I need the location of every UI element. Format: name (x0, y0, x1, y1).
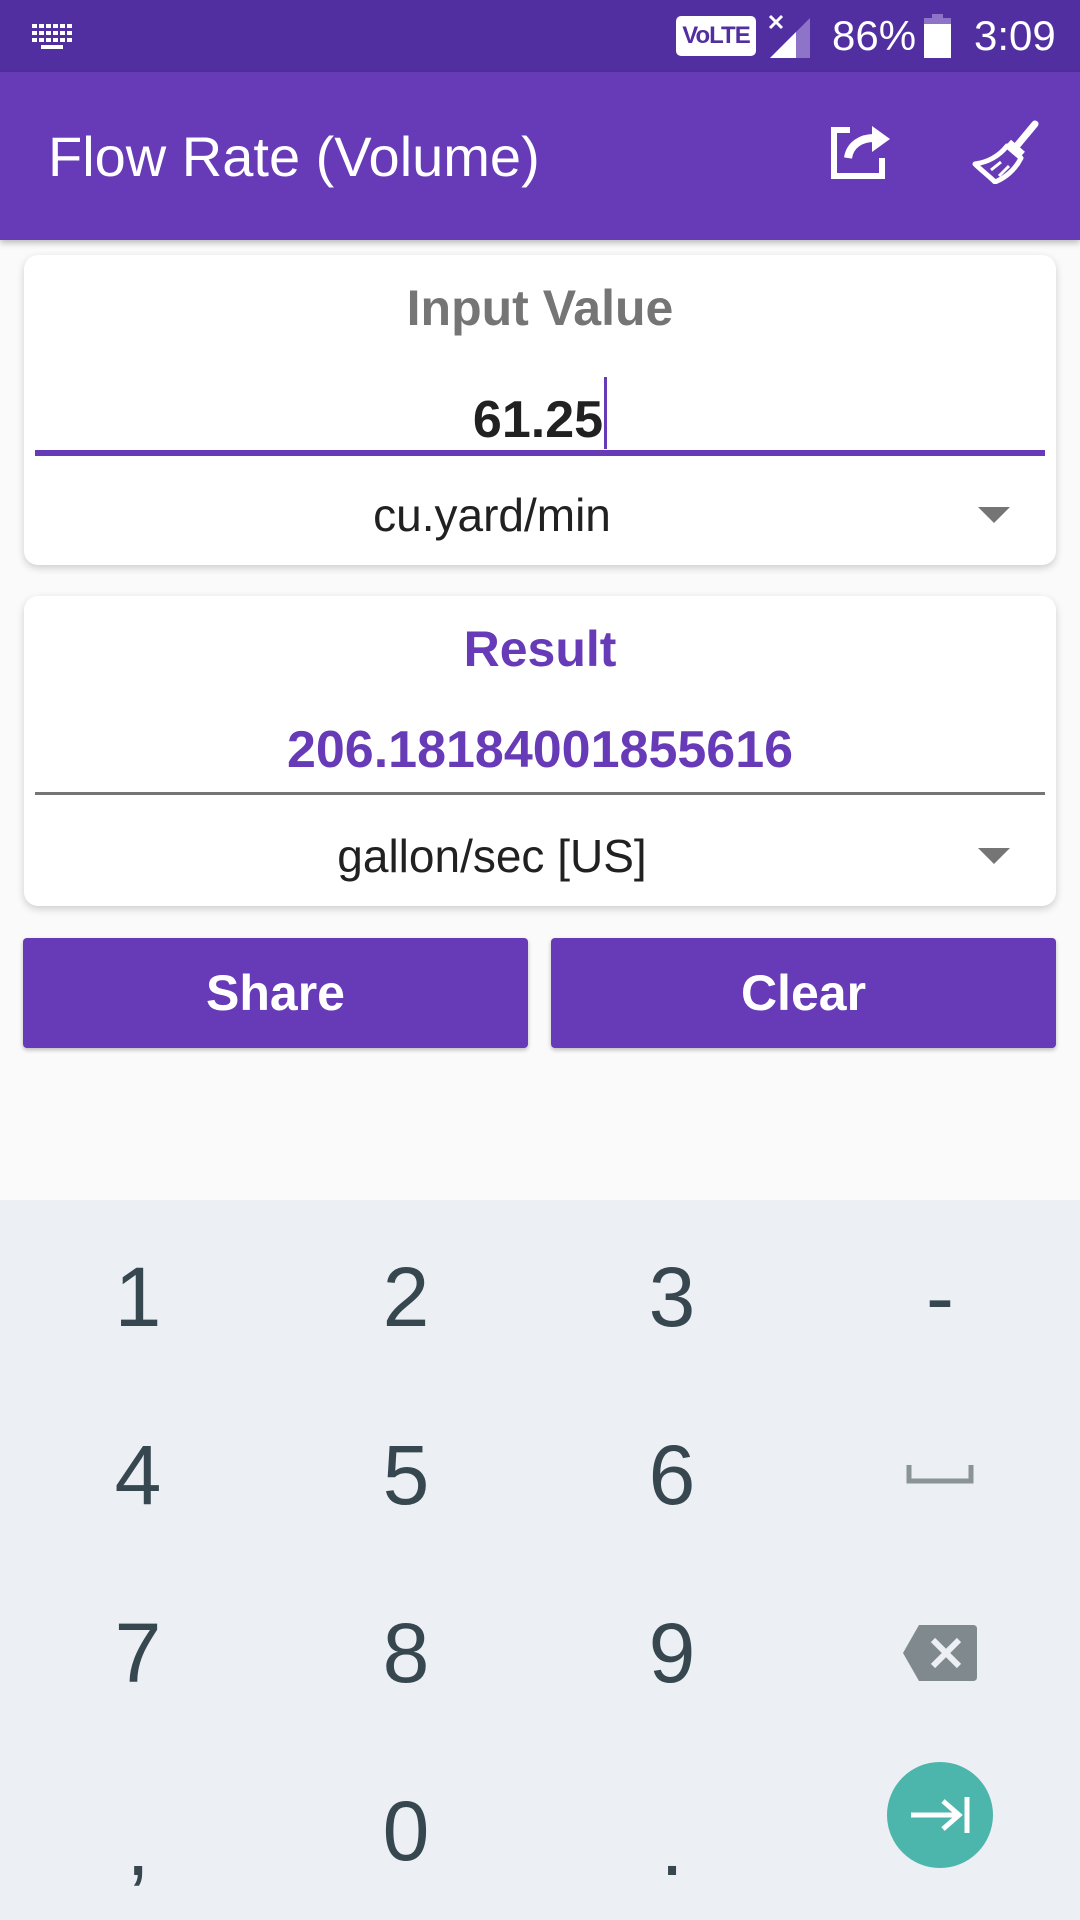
input-value-field[interactable]: 61.25 (24, 377, 1056, 452)
key-9[interactable]: 9 (537, 1564, 807, 1742)
key-3[interactable]: 3 (537, 1208, 807, 1386)
share-button[interactable]: Share (23, 938, 528, 1048)
input-unit-select[interactable]: cu.yard/min (24, 485, 960, 545)
clear-button[interactable]: Clear (551, 938, 1056, 1048)
key-7[interactable]: 7 (3, 1564, 273, 1742)
share-icon (831, 126, 890, 179)
input-value-text: 61.25 (472, 391, 604, 449)
backspace-icon (903, 1625, 977, 1681)
key-2[interactable]: 2 (271, 1208, 541, 1386)
space-icon (906, 1465, 974, 1484)
key-backspace[interactable] (805, 1564, 1075, 1742)
numeric-keyboard: 1 2 3 - 4 5 6 7 8 9 , 0 . (0, 1200, 1080, 1920)
key-comma[interactable]: , (3, 1742, 273, 1920)
page-title: Flow Rate (Volume) (48, 125, 540, 188)
key-0[interactable]: 0 (271, 1742, 541, 1920)
key-6[interactable]: 6 (537, 1386, 807, 1564)
result-unit-select[interactable]: gallon/sec [US] (24, 826, 960, 886)
chevron-down-icon[interactable] (978, 507, 1010, 523)
chevron-down-icon[interactable] (978, 848, 1010, 864)
result-card: Result 206.18184001855616 gallon/sec [US… (24, 596, 1056, 906)
signal-no-service-icon (768, 14, 810, 58)
app-bar: Flow Rate (Volume) (0, 72, 1080, 240)
result-label: Result (463, 621, 617, 677)
input-underline (35, 450, 1045, 456)
key-next[interactable] (805, 1726, 1075, 1904)
key-minus[interactable]: - (805, 1208, 1075, 1386)
input-card: Input Value 61.25 cu.yard/min (24, 255, 1056, 565)
key-4[interactable]: 4 (3, 1386, 273, 1564)
key-decimal[interactable]: . (537, 1742, 807, 1920)
key-1[interactable]: 1 (3, 1208, 273, 1386)
key-5[interactable]: 5 (271, 1386, 541, 1564)
keyboard-icon (32, 24, 72, 49)
battery-percent: 86% (832, 12, 917, 59)
input-label: Input Value (406, 280, 674, 336)
next-button[interactable] (887, 1762, 993, 1868)
battery-icon (924, 14, 951, 58)
clock: 3:09 (974, 12, 1056, 59)
key-space[interactable] (805, 1386, 1075, 1564)
result-value: 206.18184001855616 (286, 721, 794, 779)
share-action-button[interactable] (812, 102, 912, 202)
tab-next-icon (911, 1797, 970, 1833)
broom-icon (972, 120, 1039, 184)
result-underline (35, 792, 1045, 795)
status-bar: VoLTE 86% 3:09 (0, 0, 1080, 72)
key-8[interactable]: 8 (271, 1564, 541, 1742)
clear-action-button[interactable] (956, 102, 1056, 202)
volte-badge: VoLTE (676, 16, 756, 56)
text-cursor (604, 377, 608, 449)
